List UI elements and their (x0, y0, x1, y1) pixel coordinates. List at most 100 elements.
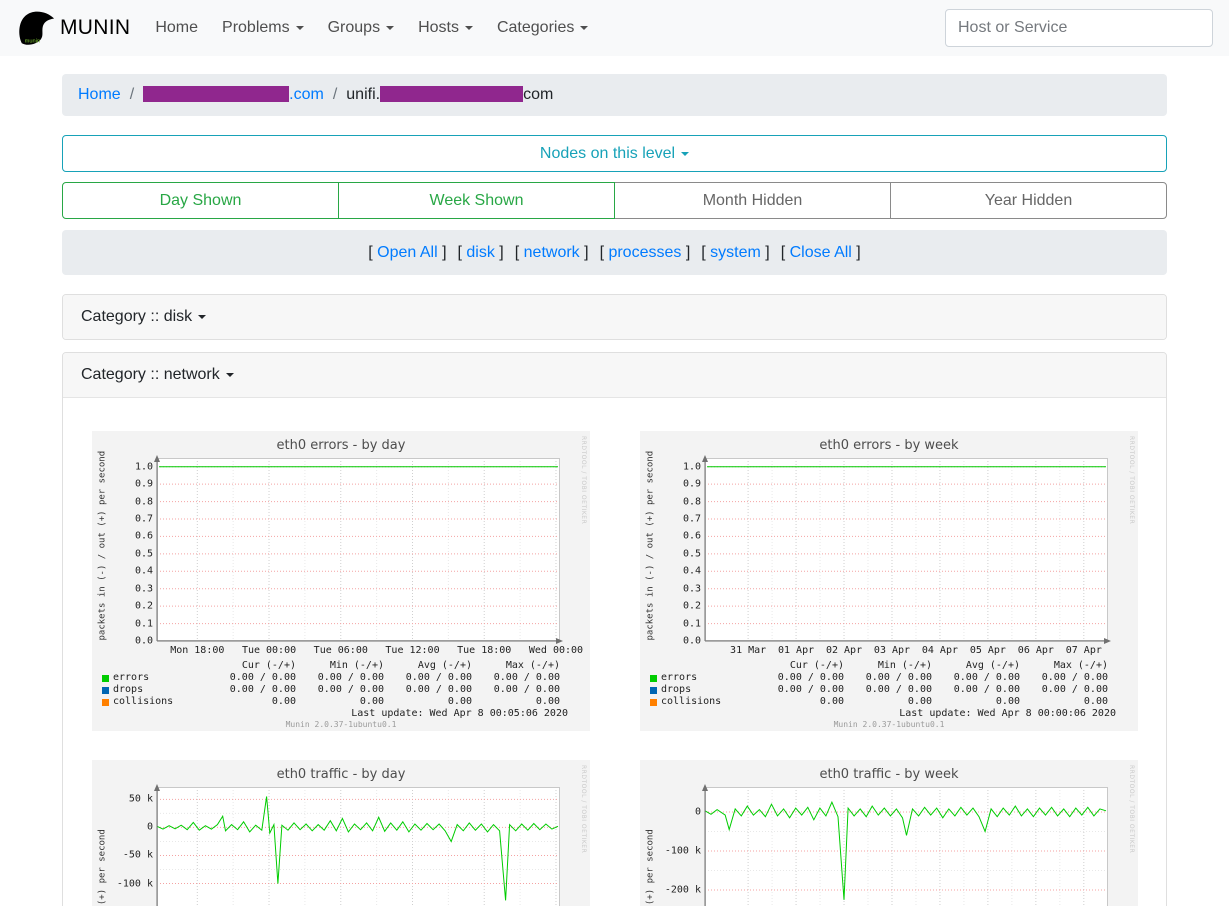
breadcrumb-host-suffix: com (523, 86, 553, 103)
legend-value: 0.00 (1020, 696, 1108, 708)
graph-title: eth0 traffic - by day (132, 767, 550, 782)
y-tick-label: -100 k (665, 845, 701, 856)
legend-series-name: errors (102, 672, 208, 684)
y-tick-label: 0.0 (135, 636, 153, 647)
quick-link-close-all[interactable]: Close All (790, 244, 852, 261)
x-tick-label: Tue 00:00 (242, 645, 296, 656)
graph-eth0-traffic-by-day[interactable]: eth0 traffic - by day out (+) per second… (92, 760, 590, 906)
top-navbar: munin MUNIN HomeProblemsGroupsHostsCateg… (0, 0, 1229, 56)
x-tick-label: 06 Apr (1018, 645, 1054, 656)
nav-item-groups[interactable]: Groups (317, 11, 405, 45)
category-network-title: Category :: network (81, 366, 220, 384)
legend-value: 0.00 / 0.00 (384, 672, 472, 684)
legend-value: 0.00 / 0.00 (932, 684, 1020, 696)
x-tick-label: Tue 12:00 (385, 645, 439, 656)
legend-value: 0.00 / 0.00 (1020, 684, 1108, 696)
x-tick-label: Mon 18:00 (170, 645, 224, 656)
graph-y-ticks: 0 -100 k -200 k (640, 787, 701, 906)
legend-col-header: Avg (-/+) (932, 660, 1020, 672)
nav-item-categories[interactable]: Categories (486, 11, 599, 45)
breadcrumb-separator: / (333, 86, 337, 104)
y-tick-label: 0.2 (135, 601, 153, 612)
chevron-down-icon (465, 26, 473, 30)
search-input[interactable] (945, 9, 1213, 47)
legend-value: 0.00 (756, 696, 844, 708)
graph-eth0-errors-by-week[interactable]: eth0 errors - by week packets in (-) / o… (640, 431, 1138, 731)
rrdtool-credit: RRDTOOL / TOBI OETIKER (580, 765, 587, 853)
period-tab-day-shown[interactable]: Day Shown (62, 182, 339, 219)
period-tab-year-hidden[interactable]: Year Hidden (890, 182, 1167, 219)
redacted-group-name (143, 86, 289, 102)
legend-col-header: Cur (-/+) (208, 660, 296, 672)
nav-item-hosts[interactable]: Hosts (407, 11, 484, 45)
y-tick-label: 1.0 (135, 461, 153, 472)
graph-y-ticks: 1.00.90.80.70.60.50.40.30.20.10.0 (640, 458, 701, 641)
period-tab-week-shown[interactable]: Week Shown (338, 182, 615, 219)
y-tick-label: 0.8 (135, 496, 153, 507)
legend-swatch (650, 687, 657, 694)
category-network-panel: Category :: network eth0 errors - by day… (62, 352, 1167, 906)
nodes-button-label: Nodes on this level (540, 145, 675, 163)
period-tab-month-hidden[interactable]: Month Hidden (614, 182, 891, 219)
x-tick-label: 05 Apr (970, 645, 1006, 656)
y-tick-label: 0 (147, 822, 153, 833)
x-tick-label: Wed 00:00 (529, 645, 583, 656)
quick-link-group-system: [ system ] (701, 244, 769, 262)
graph-x-ticks: Mon 18:00Tue 00:00Tue 06:00Tue 12:00Tue … (157, 645, 560, 657)
x-tick-label: 31 Mar (730, 645, 766, 656)
legend-row-errors: errors0.00 / 0.000.00 / 0.000.00 / 0.000… (102, 672, 560, 684)
quick-link-disk[interactable]: disk (466, 244, 494, 261)
breadcrumb-group-suffix: .com (289, 86, 324, 103)
y-tick-label: 0.9 (683, 479, 701, 490)
quick-link-network[interactable]: network (524, 244, 580, 261)
y-tick-label: 0.0 (683, 636, 701, 647)
x-tick-label: 01 Apr (778, 645, 814, 656)
y-tick-label: 0.8 (683, 496, 701, 507)
y-tick-label: 0.6 (683, 531, 701, 542)
legend-series-name: drops (650, 684, 756, 696)
legend-header-row: Cur (-/+)Min (-/+)Avg (-/+)Max (-/+) (650, 660, 1108, 672)
nav-item-home[interactable]: Home (144, 11, 209, 45)
quick-link-open-all[interactable]: Open All (377, 244, 437, 261)
legend-value: 0.00 / 0.00 (208, 672, 296, 684)
y-tick-label: 50 k (129, 794, 153, 805)
munin-brand[interactable]: munin MUNIN (16, 9, 130, 47)
y-tick-label: 0.4 (135, 566, 153, 577)
y-tick-label: 0 (695, 806, 701, 817)
nodes-on-this-level-button[interactable]: Nodes on this level (62, 135, 1167, 172)
graph-legend: Cur (-/+)Min (-/+)Avg (-/+)Max (-/+)erro… (650, 660, 1108, 708)
legend-col-header: Min (-/+) (844, 660, 932, 672)
legend-col-header: Cur (-/+) (756, 660, 844, 672)
rrdtool-credit: RRDTOOL / TOBI OETIKER (1128, 765, 1135, 853)
x-tick-label: Tue 18:00 (457, 645, 511, 656)
legend-row-errors: errors0.00 / 0.000.00 / 0.000.00 / 0.000… (650, 672, 1108, 684)
breadcrumb-group-link[interactable]: .com (143, 86, 324, 104)
legend-value: 0.00 / 0.00 (844, 684, 932, 696)
quick-link-system[interactable]: system (710, 244, 761, 261)
graph-title: eth0 traffic - by week (680, 767, 1098, 782)
y-tick-label: -200 k (665, 885, 701, 896)
legend-col-header: Max (-/+) (1020, 660, 1108, 672)
brand-title: MUNIN (60, 16, 130, 40)
category-network-header[interactable]: Category :: network (63, 353, 1166, 397)
y-tick-label: 0.4 (683, 566, 701, 577)
chevron-down-icon (386, 26, 394, 30)
graph-eth0-traffic-by-week[interactable]: eth0 traffic - by week out (+) per secon… (640, 760, 1138, 906)
graph-y-ticks: 1.00.90.80.70.60.50.40.30.20.10.0 (92, 458, 153, 641)
graph-eth0-errors-by-day[interactable]: eth0 errors - by day packets in (-) / ou… (92, 431, 590, 731)
quick-link-group-processes: [ processes ] (600, 244, 691, 262)
breadcrumb-home-link[interactable]: Home (78, 86, 121, 104)
category-disk-header[interactable]: Category :: disk (63, 295, 1166, 339)
x-tick-label: 07 Apr (1066, 645, 1102, 656)
graph-plot-area (157, 458, 560, 641)
chevron-down-icon (198, 315, 206, 319)
legend-value: 0.00 (472, 696, 560, 708)
breadcrumb: Home / .com / unifi.com (62, 74, 1167, 116)
nav-item-problems[interactable]: Problems (211, 11, 315, 45)
y-tick-label: 0.9 (135, 479, 153, 490)
legend-swatch (102, 687, 109, 694)
y-tick-label: 0.7 (683, 514, 701, 525)
quick-link-processes[interactable]: processes (608, 244, 681, 261)
legend-series-name: collisions (650, 696, 756, 708)
legend-value: 0.00 / 0.00 (384, 684, 472, 696)
